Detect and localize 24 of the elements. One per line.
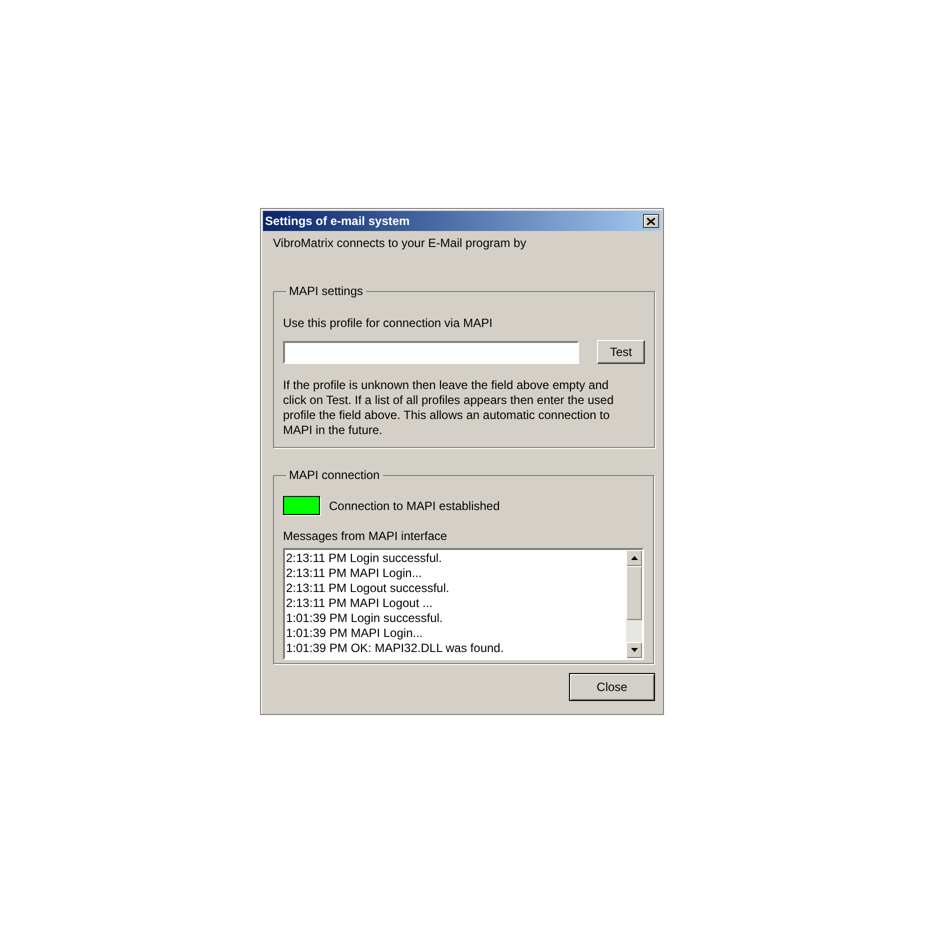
window-title: Settings of e-mail system [265, 213, 410, 230]
log-line: 2:13:11 PM Login successful. [286, 551, 443, 566]
log-line: 1:01:39 PM MAPI Login... [286, 626, 424, 641]
list-label: Messages from MAPI interface [283, 528, 448, 545]
intro-text: VibroMatrix connects to your E-Mail program by [273, 236, 526, 250]
log-line: 2:13:11 PM MAPI Logout ... [286, 596, 434, 611]
field-label: Use this profile for connection via MAPI [283, 315, 494, 332]
log-line: 1:01:39 PM OK: MAPI32.DLL was found. [286, 641, 505, 656]
scroll-down-icon[interactable] [626, 642, 642, 658]
log-line: 2:13:11 PM MAPI Login... [286, 566, 423, 581]
profile-input[interactable] [283, 340, 579, 364]
scroll-up-icon[interactable] [626, 550, 642, 566]
message-list[interactable] [283, 548, 644, 660]
close-button[interactable]: Close [569, 673, 655, 701]
group-title: MAPI settings [289, 284, 364, 298]
group-title: MAPI connection [289, 468, 380, 482]
help-text: If the profile is unknown then leave the field above empty and click on Test. If a list of all profiles appears then enter the used profile the field above. This allows an automatic connection to MAPI in the future. [283, 378, 615, 438]
scrollbar[interactable] [626, 550, 642, 658]
test-button[interactable]: Test [597, 340, 645, 364]
status-text: Connection to MAPI established [329, 498, 500, 514]
log-line: 2:13:11 PM Logout successful. [286, 581, 450, 596]
scroll-thumb[interactable] [626, 566, 642, 620]
close-icon[interactable] [643, 214, 659, 228]
log-line: 1:01:39 PM Login successful. [286, 611, 444, 626]
